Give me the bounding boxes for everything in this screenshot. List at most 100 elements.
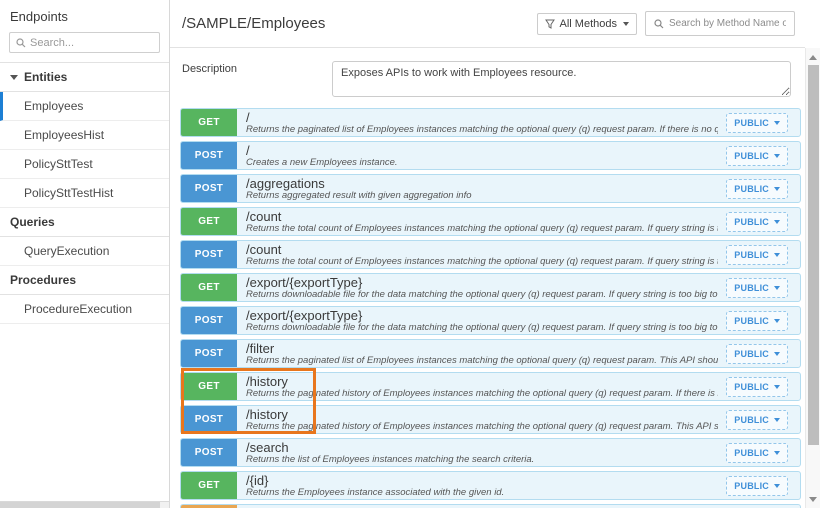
chevron-down-icon <box>774 352 780 356</box>
sidebar-item-queryexecution[interactable]: QueryExecution <box>0 237 169 266</box>
sidebar-item-policystttesthist[interactable]: PolicySttTestHist <box>0 179 169 208</box>
endpoint-description: Creates a new Employees instance. <box>246 157 718 168</box>
endpoint-row-get-export[interactable]: GET /export/{exportType}Returns download… <box>180 273 801 302</box>
main-panel: /SAMPLE/Employees All Methods Descriptio… <box>170 0 805 508</box>
sidebar-title: Endpoints <box>0 0 169 30</box>
endpoint-description: Returns the total count of Employees ins… <box>246 256 718 267</box>
endpoint-row-post-history[interactable]: POST /historyReturns the paginated histo… <box>180 405 801 434</box>
endpoint-path: / <box>246 111 718 124</box>
sidebar-search[interactable] <box>9 32 160 53</box>
endpoint-row-get-id[interactable]: GET /{id}Returns the Employees instance … <box>180 471 801 500</box>
method-badge: GET <box>181 274 237 301</box>
endpoint-description: Returns the Employees instance associate… <box>246 487 718 498</box>
method-search-input[interactable] <box>669 18 786 29</box>
endpoint-row-get-root[interactable]: GET /Returns the paginated list of Emplo… <box>180 108 801 137</box>
description-textarea[interactable]: Exposes APIs to work with Employees reso… <box>332 61 791 97</box>
endpoint-description: Returns the paginated history of Employe… <box>246 421 718 432</box>
section-label: Entities <box>24 70 67 84</box>
access-dropdown-button[interactable]: PUBLIC <box>726 476 788 496</box>
collapse-triangle-icon <box>10 75 18 80</box>
sidebar-item-employees[interactable]: Employees <box>0 92 169 121</box>
chevron-down-icon <box>774 220 780 224</box>
method-badge: POST <box>181 307 237 334</box>
endpoint-path: /{id} <box>246 474 718 487</box>
endpoint-path: /filter <box>246 342 718 355</box>
endpoint-row-get-count[interactable]: GET /countReturns the total count of Emp… <box>180 207 801 236</box>
methods-filter-dropdown[interactable]: All Methods <box>537 13 637 35</box>
endpoint-description: Returns downloadable file for the data m… <box>246 289 718 300</box>
chevron-down-icon <box>774 154 780 158</box>
endpoint-list: GET /Returns the paginated list of Emplo… <box>170 108 805 508</box>
chevron-down-icon <box>774 121 780 125</box>
chevron-down-icon <box>774 484 780 488</box>
sidebar-search-input[interactable] <box>30 37 153 49</box>
sidebar-section-entities[interactable]: Entities <box>0 63 169 92</box>
page-title: /SAMPLE/Employees <box>182 15 325 32</box>
chevron-down-icon <box>774 187 780 191</box>
sidebar-section-procedures[interactable]: Procedures <box>0 266 169 295</box>
access-dropdown-button[interactable]: PUBLIC <box>726 179 788 199</box>
method-search[interactable] <box>645 11 795 36</box>
method-badge: POST <box>181 439 237 466</box>
endpoint-description: Returns the total count of Employees ins… <box>246 223 718 234</box>
endpoint-row-post-count[interactable]: POST /countReturns the total count of Em… <box>180 240 801 269</box>
access-dropdown-button[interactable]: PUBLIC <box>726 443 788 463</box>
endpoint-description: Returns aggregated result with given agg… <box>246 190 718 201</box>
method-badge: GET <box>181 373 237 400</box>
main-header: /SAMPLE/Employees All Methods <box>170 0 805 48</box>
access-dropdown-button[interactable]: PUBLIC <box>726 344 788 364</box>
method-badge: POST <box>181 142 237 169</box>
endpoint-description: Returns the paginated list of Employees … <box>246 124 718 135</box>
chevron-down-icon <box>774 286 780 290</box>
access-dropdown-button[interactable]: PUBLIC <box>726 146 788 166</box>
section-label: Procedures <box>10 273 76 287</box>
scrollbar-thumb[interactable] <box>0 502 160 508</box>
chevron-down-icon <box>623 22 629 26</box>
endpoint-path: /count <box>246 243 718 256</box>
endpoint-path: /count <box>246 210 718 223</box>
sidebar-item-policystttest[interactable]: PolicySttTest <box>0 150 169 179</box>
access-dropdown-button[interactable]: PUBLIC <box>726 245 788 265</box>
access-dropdown-button[interactable]: PUBLIC <box>726 278 788 298</box>
endpoint-row-post-search[interactable]: POST /searchReturns the list of Employee… <box>180 438 801 467</box>
endpoint-row-post-aggregations[interactable]: POST /aggregationsReturns aggregated res… <box>180 174 801 203</box>
endpoint-row-post-root[interactable]: POST /Creates a new Employees instance. … <box>180 141 801 170</box>
endpoints-sidebar: Endpoints Entities Employees EmployeesHi… <box>0 0 170 508</box>
endpoint-row-post-filter[interactable]: POST /filterReturns the paginated list o… <box>180 339 801 368</box>
access-dropdown-button[interactable]: PUBLIC <box>726 212 788 232</box>
chevron-down-icon <box>774 253 780 257</box>
search-icon <box>654 19 664 29</box>
chevron-down-icon <box>774 418 780 422</box>
endpoint-description: Returns the paginated history of Employe… <box>246 388 718 399</box>
access-dropdown-button[interactable]: PUBLIC <box>726 113 788 133</box>
access-dropdown-button[interactable]: PUBLIC <box>726 410 788 430</box>
endpoint-row-partial[interactable] <box>180 504 801 508</box>
endpoint-description: Returns downloadable file for the data m… <box>246 322 718 333</box>
vertical-scrollbar[interactable] <box>805 48 820 508</box>
methods-filter-label: All Methods <box>560 18 617 30</box>
sidebar-item-procedureexecution[interactable]: ProcedureExecution <box>0 295 169 324</box>
endpoint-path: /search <box>246 441 718 454</box>
endpoint-path: /history <box>246 408 718 421</box>
sidebar-horizontal-scrollbar[interactable] <box>0 501 169 508</box>
endpoint-row-post-export[interactable]: POST /export/{exportType}Returns downloa… <box>180 306 801 335</box>
endpoint-description: Returns the paginated list of Employees … <box>246 355 718 366</box>
endpoint-path: /export/{exportType} <box>246 309 718 322</box>
method-badge: POST <box>181 175 237 202</box>
sidebar-item-employeeshist[interactable]: EmployeesHist <box>0 121 169 150</box>
sidebar-section-queries[interactable]: Queries <box>0 208 169 237</box>
scroll-up-arrow-icon[interactable] <box>809 55 817 60</box>
access-dropdown-button[interactable]: PUBLIC <box>726 377 788 397</box>
endpoint-path: /aggregations <box>246 177 718 190</box>
method-badge: POST <box>181 340 237 367</box>
endpoint-path: / <box>246 144 718 157</box>
filter-funnel-icon <box>545 19 555 29</box>
endpoint-row-get-history[interactable]: GET /historyReturns the paginated histor… <box>180 372 801 401</box>
method-badge: GET <box>181 208 237 235</box>
section-label: Queries <box>10 215 55 229</box>
endpoint-path: /export/{exportType} <box>246 276 718 289</box>
access-dropdown-button[interactable]: PUBLIC <box>726 311 788 331</box>
scroll-down-arrow-icon[interactable] <box>809 497 817 502</box>
method-badge: GET <box>181 472 237 499</box>
scrollbar-thumb[interactable] <box>808 65 819 445</box>
